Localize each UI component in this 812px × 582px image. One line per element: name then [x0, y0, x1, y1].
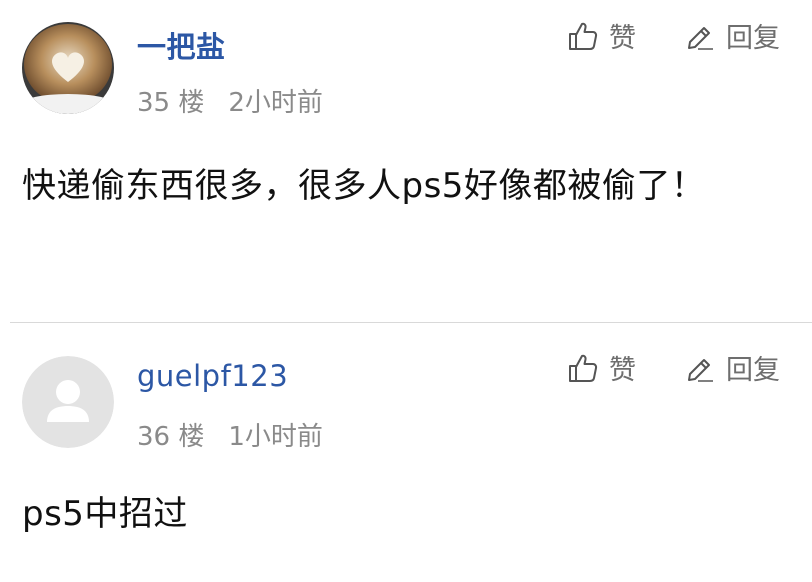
- comment-body: 快递偷东西很多，很多人ps5好像都被偷了！: [22, 166, 706, 206]
- like-label: 赞: [609, 23, 636, 54]
- avatar[interactable]: [22, 22, 114, 114]
- default-user-icon: [22, 356, 114, 448]
- floor-number: 35 楼: [137, 88, 205, 118]
- pencil-icon: [688, 26, 713, 50]
- timestamp: 2小时前: [228, 88, 323, 118]
- comment-meta: 35 楼 2小时前: [137, 82, 323, 119]
- pencil-icon: [688, 358, 713, 382]
- divider: [10, 322, 812, 323]
- username[interactable]: guelpf123: [137, 359, 288, 393]
- comment-meta: 36 楼 1小时前: [137, 416, 323, 453]
- reply-button[interactable]: 回复: [684, 348, 780, 387]
- reply-button[interactable]: 回复: [684, 16, 780, 55]
- comment-item: guelpf123 36 楼 1小时前 赞 回复 ps5中招过: [0, 324, 812, 582]
- like-button[interactable]: 赞: [567, 16, 636, 55]
- timestamp: 1小时前: [228, 422, 323, 452]
- reply-label: 回复: [726, 23, 780, 54]
- reply-label: 回复: [726, 355, 780, 386]
- avatar[interactable]: [22, 356, 114, 448]
- comment-actions: 赞 回复: [567, 16, 780, 55]
- latte-art-avatar-icon: [22, 22, 114, 114]
- comment-item: 一把盐 35 楼 2小时前 赞 回复 快递偷东西很多，很多人ps5好像都被偷了！: [0, 0, 812, 323]
- comment-actions: 赞 回复: [567, 348, 780, 387]
- like-label: 赞: [609, 355, 636, 386]
- thumbs-up-icon: [569, 22, 598, 50]
- username[interactable]: 一把盐: [137, 24, 226, 66]
- thumbs-up-icon: [569, 354, 598, 382]
- floor-number: 36 楼: [137, 422, 205, 452]
- like-button[interactable]: 赞: [567, 348, 636, 387]
- comment-body: ps5中招过: [22, 494, 188, 534]
